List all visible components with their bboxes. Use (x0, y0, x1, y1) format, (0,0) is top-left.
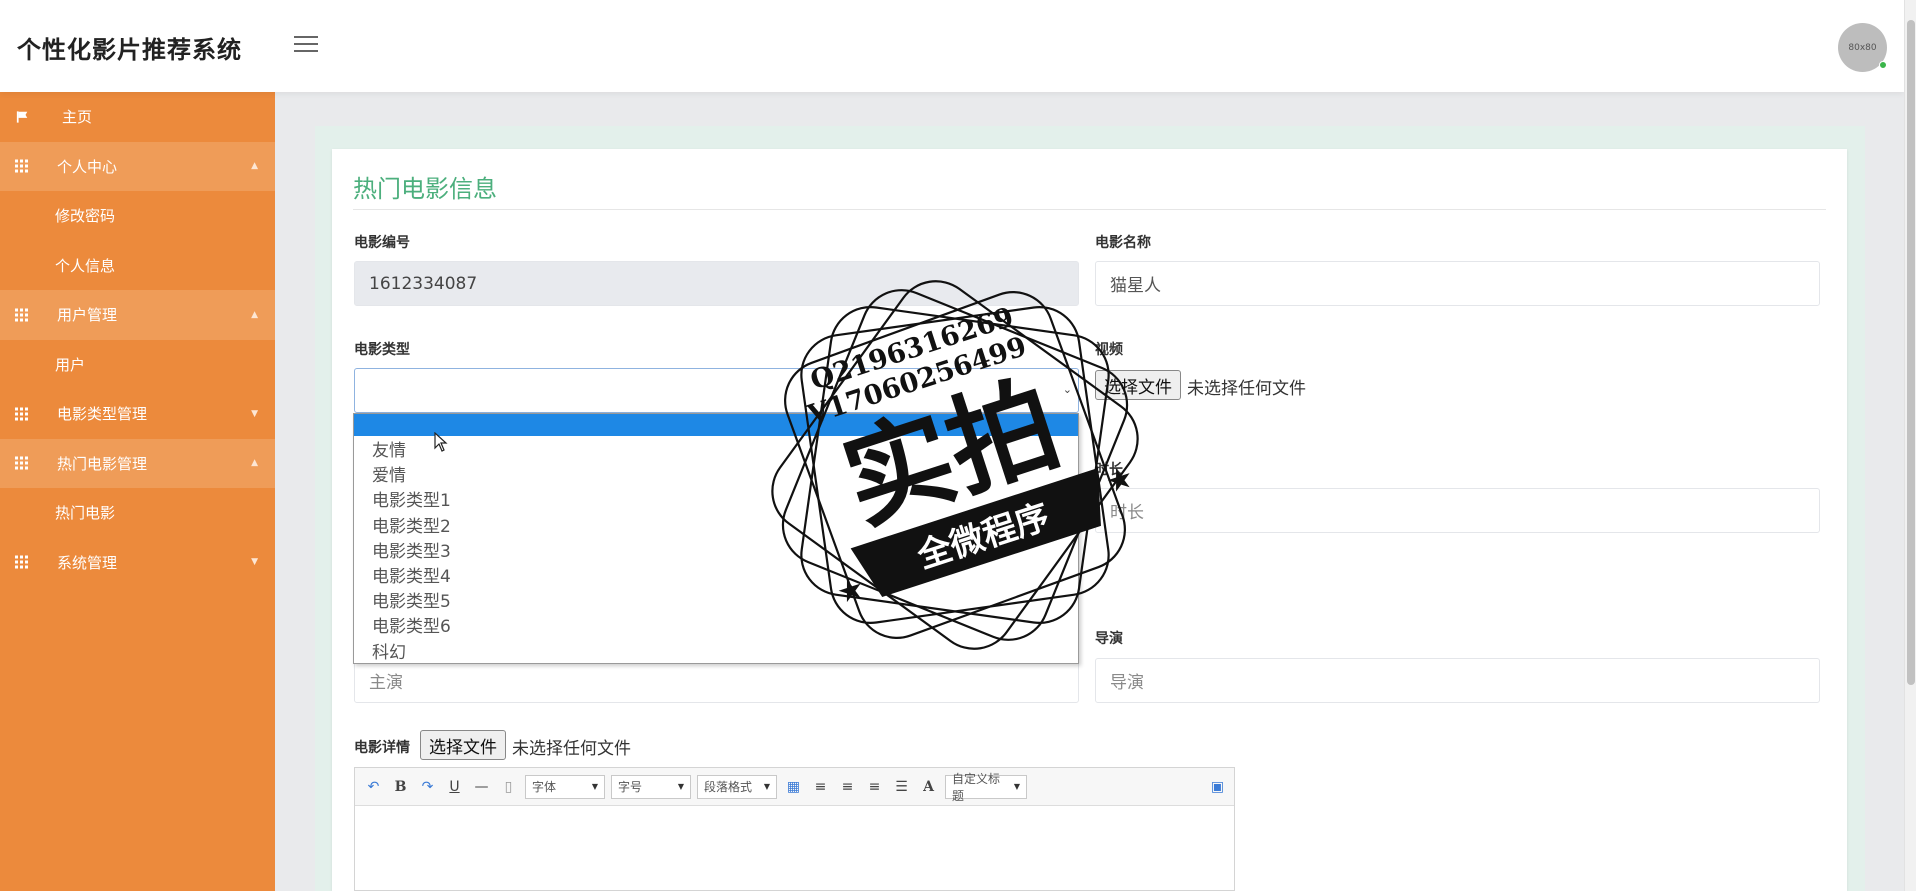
video-file-status: 未选择任何文件 (1187, 379, 1306, 399)
flag-icon (16, 111, 28, 123)
sidebar-item-home[interactable]: 主页 (0, 92, 275, 142)
mouse-cursor-icon (434, 432, 448, 452)
grid-icon (15, 456, 30, 470)
type-option[interactable]: 电影类型1 (354, 486, 1078, 511)
chevron-down-icon: ▼ (591, 782, 598, 791)
type-option[interactable]: 科幻 (354, 638, 1078, 663)
custom-title-label: 自定义标题 (952, 771, 1001, 803)
type-option[interactable]: 电影类型4 (354, 562, 1078, 587)
undo-icon[interactable]: ↶ (363, 776, 384, 798)
app-title: 个性化影片推荐系统 (17, 36, 242, 64)
sidebar-group-movie-type-management[interactable]: 电影类型管理 ▼ (0, 389, 275, 439)
document-icon[interactable]: ▯ (498, 776, 519, 798)
director-input[interactable]: 导演 (1095, 658, 1820, 703)
duration-label: 时长 (1095, 462, 1123, 478)
sidebar-item-personal-info[interactable]: 个人信息 (0, 241, 275, 291)
movie-type-select[interactable]: ⌄ (354, 368, 1079, 413)
underline-button[interactable]: U (444, 776, 465, 798)
chevron-down-icon: ▼ (763, 782, 770, 791)
rich-text-editor[interactable]: ↶ B ↷ U — ▯ 字体 ▼ 字号 ▼ 段落格式 ▼ ▦ ≡ ≡ ≡ ☰ A 自定… (354, 767, 1235, 891)
font-family-select[interactable]: 字体 ▼ (525, 774, 605, 799)
detail-choose-file-button[interactable]: 选择文件 (420, 730, 506, 760)
type-option[interactable]: 爱情 (354, 461, 1078, 486)
grid-icon (15, 308, 30, 322)
align-justify-icon[interactable]: ☰ (891, 776, 912, 798)
type-option[interactable]: 电影类型2 (354, 512, 1078, 537)
avatar-text: 80x80 (1848, 42, 1877, 53)
chevron-up-icon: ▲ (251, 309, 258, 320)
chevron-down-icon: ▼ (251, 557, 258, 568)
movie-type-label: 电影类型 (354, 342, 410, 358)
paragraph-format-select[interactable]: 段落格式 ▼ (697, 774, 777, 799)
paragraph-format-label: 段落格式 (704, 780, 753, 794)
horizontal-rule-icon[interactable]: — (471, 776, 492, 798)
sidebar-group-system-management[interactable]: 系统管理 ▼ (0, 538, 275, 588)
video-choose-file-button[interactable]: 选择文件 (1095, 370, 1181, 400)
sidebar-item-label: 热门电影管理 (57, 454, 148, 473)
sidebar-item-label: 主页 (62, 108, 93, 127)
sidebar-group-hot-movie-management[interactable]: 热门电影管理 ▲ (0, 438, 275, 488)
type-option-empty[interactable] (354, 414, 1078, 436)
director-label: 导演 (1095, 631, 1123, 647)
fullscreen-icon[interactable]: ▣ (1207, 776, 1228, 798)
chevron-down-icon: ▼ (251, 408, 258, 419)
movie-name-label: 电影名称 (1095, 235, 1151, 251)
custom-title-select[interactable]: 自定义标题 ▼ (945, 772, 1027, 803)
font-size-label: 字号 (618, 780, 643, 794)
menu-toggle-icon[interactable] (294, 36, 318, 56)
avatar[interactable]: 80x80 (1838, 23, 1887, 72)
sidebar-item-label: 电影类型管理 (57, 405, 148, 424)
sidebar-item-label: 系统管理 (57, 553, 118, 572)
movie-id-field: 1612334087 (354, 261, 1079, 306)
type-option[interactable]: 电影类型5 (354, 587, 1078, 612)
sidebar-item-hot-movies[interactable]: 热门电影 (0, 488, 275, 538)
video-label: 视频 (1095, 342, 1123, 358)
sidebar-item-label: 个人中心 (57, 157, 118, 176)
chevron-up-icon: ▲ (251, 458, 258, 469)
movie-name-input[interactable]: 猫星人 (1095, 261, 1820, 306)
movie-detail-label: 电影详情 (354, 740, 410, 756)
page-scrollbar[interactable] (1904, 0, 1916, 891)
actor-input[interactable]: 主演 (354, 658, 1079, 703)
type-option[interactable]: 电影类型3 (354, 537, 1078, 562)
editor-toolbar: ↶ B ↷ U — ▯ 字体 ▼ 字号 ▼ 段落格式 ▼ ▦ ≡ ≡ ≡ ☰ A 自定… (355, 768, 1234, 806)
align-center-icon[interactable]: ≡ (864, 776, 885, 798)
table-icon[interactable]: ▦ (783, 776, 804, 798)
sidebar-group-user-management[interactable]: 用户管理 ▲ (0, 290, 275, 340)
sidebar-group-personal-center[interactable]: 个人中心 ▲ (0, 141, 275, 191)
movie-id-label: 电影编号 (354, 235, 410, 251)
align-left-icon[interactable]: ≡ (810, 776, 831, 798)
grid-icon (15, 159, 30, 173)
chevron-down-icon: ▼ (677, 782, 684, 791)
type-option[interactable]: 友情 (354, 436, 1078, 461)
duration-input[interactable]: 时长 (1095, 488, 1820, 533)
chevron-up-icon: ▲ (251, 161, 258, 172)
align-right-icon[interactable]: ≡ (837, 776, 858, 798)
page-title: 热门电影信息 (353, 175, 497, 203)
font-size-select[interactable]: 字号 ▼ (611, 774, 691, 799)
font-color-button[interactable]: A (918, 776, 939, 798)
top-header: 个性化影片推荐系统 80x80 (0, 0, 1904, 92)
sidebar-item-users[interactable]: 用户 (0, 340, 275, 390)
type-option[interactable]: 电影类型6 (354, 612, 1078, 637)
chevron-down-icon: ⌄ (1062, 383, 1072, 396)
bold-button[interactable]: B (390, 776, 411, 798)
redo-icon[interactable]: ↷ (417, 776, 438, 798)
sidebar-item-label: 用户管理 (57, 306, 118, 325)
grid-icon (15, 555, 30, 569)
grid-icon (15, 407, 30, 421)
online-status-icon (1879, 61, 1887, 69)
sidebar: 主页 个人中心 ▲ 修改密码 个人信息 用户管理 ▲ 用户 电影类型管理 ▼ 热… (0, 92, 275, 891)
chevron-down-icon: ▼ (1013, 782, 1020, 791)
sidebar-item-change-password[interactable]: 修改密码 (0, 191, 275, 241)
scrollbar-thumb[interactable] (1907, 20, 1915, 685)
font-family-label: 字体 (532, 780, 557, 794)
title-divider (353, 209, 1826, 210)
movie-type-dropdown[interactable]: 友情 爱情 电影类型1 电影类型2 电影类型3 电影类型4 电影类型5 电影类型… (353, 413, 1079, 664)
detail-file-status: 未选择任何文件 (512, 739, 631, 759)
